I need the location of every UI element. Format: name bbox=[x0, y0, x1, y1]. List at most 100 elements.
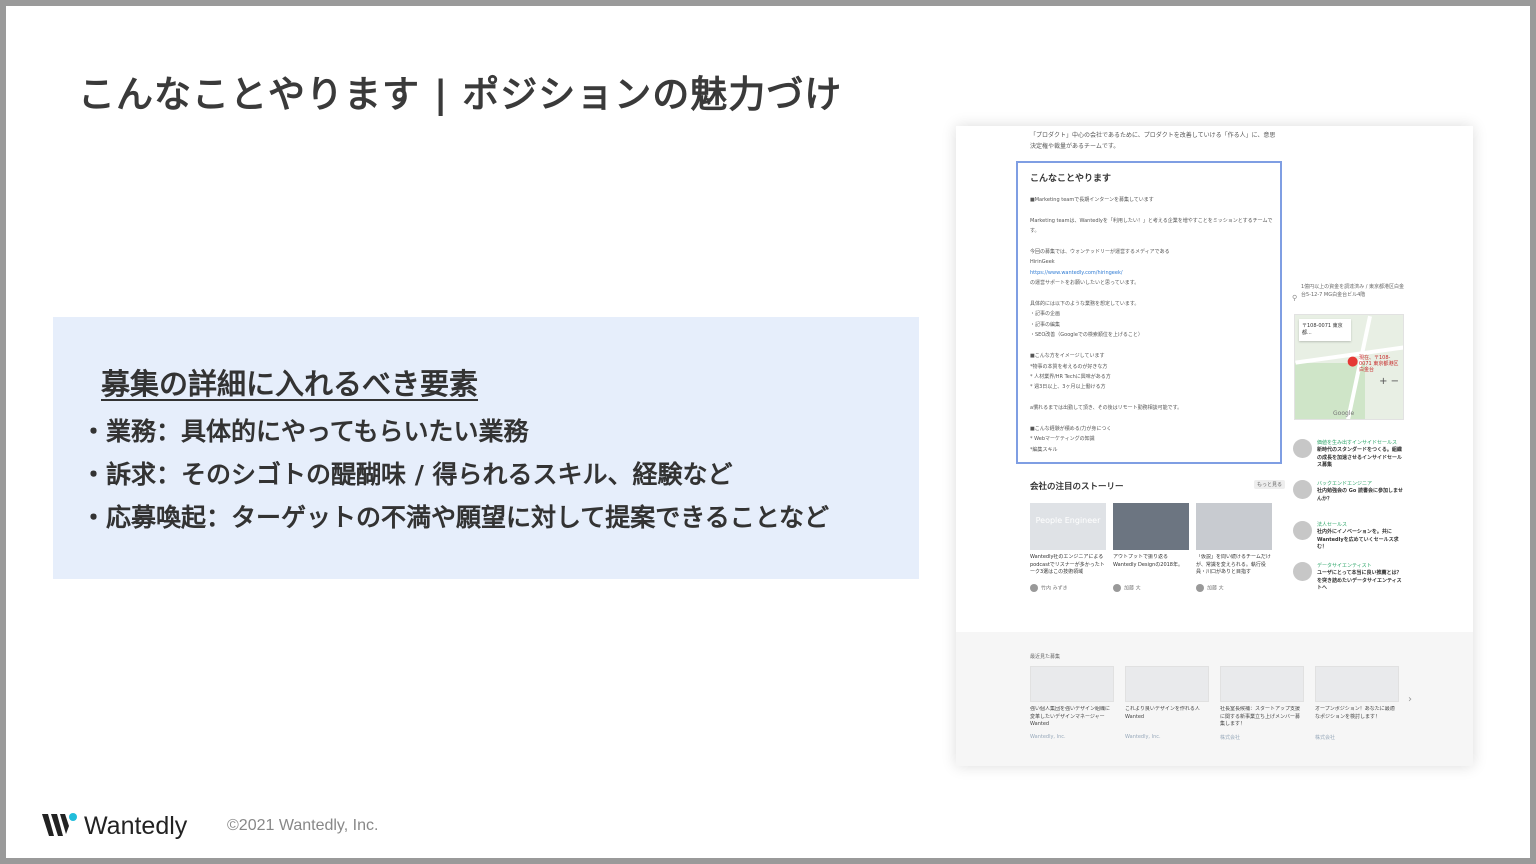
recent-job-card[interactable]: 強い個人集団を強いデザイン組織に変革したいデザインマネージャーWanted Wa… bbox=[1030, 666, 1114, 740]
story-thumbnail bbox=[1113, 503, 1189, 550]
story-title[interactable]: アウトプットで振り返るWantedly Designの2018年。 bbox=[1113, 554, 1189, 578]
story-author: 加藤 大 bbox=[1196, 584, 1272, 592]
avatar bbox=[1293, 439, 1312, 458]
avatar bbox=[1293, 521, 1312, 540]
person-post[interactable]: ユーザにとって本当に良い推薦とは？を突き詰めたいデータサイエンティストへ bbox=[1317, 570, 1405, 593]
job-description-line: Marketing teamは、Wantedlyを「利用したい！」と考える企業を… bbox=[1030, 217, 1273, 235]
location-pin-icon: ⚲ bbox=[1292, 294, 1298, 302]
job-description-line: ・記事の編集 bbox=[1030, 321, 1061, 328]
avatar bbox=[1196, 584, 1204, 592]
story-thumbnail: People Engineer bbox=[1030, 503, 1106, 550]
job-description-line: ■Marketing teamで長期インターンを募集しています bbox=[1030, 197, 1154, 203]
info-box-line: ・訴求：そのシゴトの醍醐味 / 得られるスキル、経験など bbox=[81, 460, 733, 489]
recent-job-source: 株式会社 bbox=[1315, 735, 1336, 741]
job-description-line: * 週3日以上、3ヶ月以上働ける方 bbox=[1030, 384, 1106, 391]
avatar bbox=[1113, 584, 1121, 592]
company-map[interactable]: 〒108-0071 東京都... ● 現在、〒108-0071 東京都港区白金台… bbox=[1294, 314, 1404, 420]
recent-job-thumbnail bbox=[1220, 666, 1304, 702]
person-role: 価値を生み出すインサイドセールス bbox=[1317, 440, 1398, 446]
story-card[interactable]: 「仮説」を問い続けるチームだけが、常識を変えられる。執行役員・川口がありと目指す… bbox=[1196, 503, 1272, 592]
recent-job-source: Wantedly, Inc. bbox=[1030, 734, 1066, 740]
job-description-highlight: こんなことやります ■Marketing teamで長期インターンを募集していま… bbox=[1016, 161, 1282, 464]
avatar bbox=[1293, 562, 1312, 581]
job-description-line: の運営サポートをお願いしたいと思っています。 bbox=[1030, 280, 1140, 287]
info-box: 募集の詳細に入れるべき要素 ・業務：具体的にやってもらいたい業務 ・訴求：そのシ… bbox=[53, 317, 919, 579]
slide-title: こんなことやります | ポジションの魅力づけ bbox=[78, 73, 843, 116]
job-description-line: * Webマーケティングの知識 bbox=[1030, 436, 1095, 443]
info-box-heading: 募集の詳細に入れるべき要素 bbox=[101, 367, 479, 401]
job-description-line: ・記事の企画 bbox=[1030, 311, 1061, 318]
job-description-line bbox=[1030, 414, 1274, 424]
job-description-link[interactable]: https://www.wantedly.com/hiringeek/ bbox=[1030, 268, 1274, 278]
map-zoom-controls[interactable]: + − bbox=[1379, 375, 1399, 389]
job-description-line: HirinGeek bbox=[1030, 259, 1055, 266]
recent-job-thumbnail bbox=[1125, 666, 1209, 702]
map-google-label: Google bbox=[1333, 410, 1355, 417]
job-description-line bbox=[1030, 237, 1274, 247]
story-card[interactable]: People Engineer Wantedly社のエンジニアによるpodcas… bbox=[1030, 503, 1106, 592]
job-description-line: *編集スキル bbox=[1030, 446, 1058, 453]
map-address-card[interactable]: 〒108-0071 東京都... bbox=[1299, 319, 1351, 341]
job-description-line bbox=[1030, 289, 1274, 299]
recent-job-title[interactable]: オープンポジション！あなたに最適なポジションを検討します！ bbox=[1315, 706, 1399, 730]
related-people-list: 価値を生み出すインサイドセールス 新時代のスタンダードをつくる。組織の成長を加速… bbox=[1293, 439, 1405, 603]
story-author-name: 加藤 大 bbox=[1207, 585, 1224, 592]
recent-job-source: 株式会社 bbox=[1220, 735, 1241, 741]
map-pin-icon[interactable]: ● bbox=[1347, 355, 1358, 368]
slide: こんなことやります | ポジションの魅力づけ 募集の詳細に入れるべき要素 ・業務… bbox=[6, 6, 1530, 858]
recent-job-card[interactable]: 社長室長候補：スタートアップ支援に関する新事業立ち上げメンバー募集します！ 株式… bbox=[1220, 666, 1304, 741]
job-page-main: 「プロダクト」中心の会社であるために、プロダクトを改善していける「作る人」に、意… bbox=[956, 126, 1473, 632]
job-description-line bbox=[1030, 341, 1274, 351]
job-description-line: ■こんな経験が積める/力が身につく bbox=[1030, 425, 1112, 432]
person-post[interactable]: 新時代のスタンダードをつくる。組織の成長を加速させるインサイドセールス募集 bbox=[1317, 447, 1405, 470]
recent-job-card[interactable]: これより良いデザインを作れる人Wanted Wantedly, Inc. bbox=[1125, 666, 1209, 740]
job-description-title: こんなことやります bbox=[1030, 174, 1112, 184]
person-item[interactable]: 法人セールス 社内外にイノベーションを。共にWantedlyを広めていくセールス… bbox=[1293, 521, 1405, 561]
chevron-right-icon[interactable]: › bbox=[1408, 694, 1412, 705]
info-box-line: ・業務：具体的にやってもらいたい業務 bbox=[81, 417, 529, 446]
story-title[interactable]: Wantedly社のエンジニアによるpodcastでリスナーが多かったトーク3選… bbox=[1030, 554, 1106, 578]
stories-heading: 会社の注目のストーリー bbox=[1030, 482, 1124, 492]
person-role: バックエンドエンジニア bbox=[1317, 481, 1373, 487]
story-title[interactable]: 「仮説」を問い続けるチームだけが、常識を変えられる。執行役員・川口がありと目指す bbox=[1196, 554, 1272, 578]
story-author-name: 竹内 みずき bbox=[1041, 585, 1068, 592]
job-description-line: 具体的には以下のような業務を想定しています。 bbox=[1030, 301, 1140, 308]
avatar bbox=[1030, 584, 1038, 592]
job-description-line: * 人材業界/HR Techに興味がある方 bbox=[1030, 373, 1111, 380]
job-description-line: 今回の募集では、ウォンテッドリーが運営するメディアである bbox=[1030, 249, 1170, 256]
job-intro-text: 「プロダクト」中心の会社であるために、プロダクトを改善していける「作る人」に、意… bbox=[1030, 132, 1276, 150]
recent-job-thumbnail bbox=[1315, 666, 1399, 702]
story-card[interactable]: アウトプットで振り返るWantedly Designの2018年。 加藤 大 bbox=[1113, 503, 1189, 592]
job-description-line: a慣れるまでは出勤して頂き、その後はリモート勤務相談可能です。 bbox=[1030, 405, 1183, 412]
job-description-line bbox=[1030, 205, 1274, 215]
person-role: 法人セールス bbox=[1317, 522, 1348, 528]
job-description-line bbox=[1030, 393, 1274, 403]
job-description-body: ■Marketing teamで長期インターンを募集しています Marketin… bbox=[1030, 195, 1274, 455]
person-item[interactable]: データサイエンティスト ユーザにとって本当に良い推薦とは？を突き詰めたいデータサ… bbox=[1293, 562, 1405, 602]
stories-more-button[interactable]: もっと見る bbox=[1254, 480, 1286, 489]
recent-job-title[interactable]: 社長室長候補：スタートアップ支援に関する新事業立ち上げメンバー募集します！ bbox=[1220, 706, 1304, 730]
map-pin-label: 現在、〒108-0071 東京都港区白金台 bbox=[1359, 355, 1399, 373]
recent-job-title[interactable]: 強い個人集団を強いデザイン組織に変革したいデザインマネージャーWanted bbox=[1030, 706, 1114, 730]
job-description-line: *物事の本質を考えるのが好きな方 bbox=[1030, 363, 1108, 370]
recent-job-source: Wantedly, Inc. bbox=[1125, 734, 1161, 740]
wantedly-logo-mark bbox=[42, 813, 77, 836]
story-author-name: 加藤 大 bbox=[1124, 585, 1141, 592]
job-description-line: ■こんな方をイメージしています bbox=[1030, 353, 1105, 360]
recent-job-thumbnail bbox=[1030, 666, 1114, 702]
person-post[interactable]: 社内外にイノベーションを。共にWantedlyを広めていくセールス求む！ bbox=[1317, 529, 1405, 552]
job-page-screenshot: 「プロダクト」中心の会社であるために、プロダクトを改善していける「作る人」に、意… bbox=[956, 126, 1473, 766]
story-author: 竹内 みずき bbox=[1030, 584, 1106, 592]
story-thumbnail bbox=[1196, 503, 1272, 550]
wantedly-logo-text: Wantedly bbox=[84, 812, 188, 840]
person-item[interactable]: バックエンドエンジニア 社内勉強会の Go 読書会に参加しませんか？ bbox=[1293, 480, 1405, 520]
copyright-text: ©2021 Wantedly, Inc. bbox=[227, 817, 379, 834]
info-box-line: ・応募喚起：ターゲットの不満や願望に対して提案できることなど bbox=[81, 503, 830, 532]
recent-jobs-heading: 最近見た募集 bbox=[1030, 654, 1061, 660]
story-author: 加藤 大 bbox=[1113, 584, 1189, 592]
recent-job-title[interactable]: これより良いデザインを作れる人Wanted bbox=[1125, 706, 1209, 730]
recent-job-card[interactable]: オープンポジション！あなたに最適なポジションを検討します！ 株式会社 bbox=[1315, 666, 1399, 741]
person-item[interactable]: 価値を生み出すインサイドセールス 新時代のスタンダードをつくる。組織の成長を加速… bbox=[1293, 439, 1405, 479]
job-description-line: ・SEO改善（Googleでの検索順位を上げること） bbox=[1030, 332, 1143, 339]
person-post[interactable]: 社内勉強会の Go 読書会に参加しませんか？ bbox=[1317, 488, 1405, 503]
